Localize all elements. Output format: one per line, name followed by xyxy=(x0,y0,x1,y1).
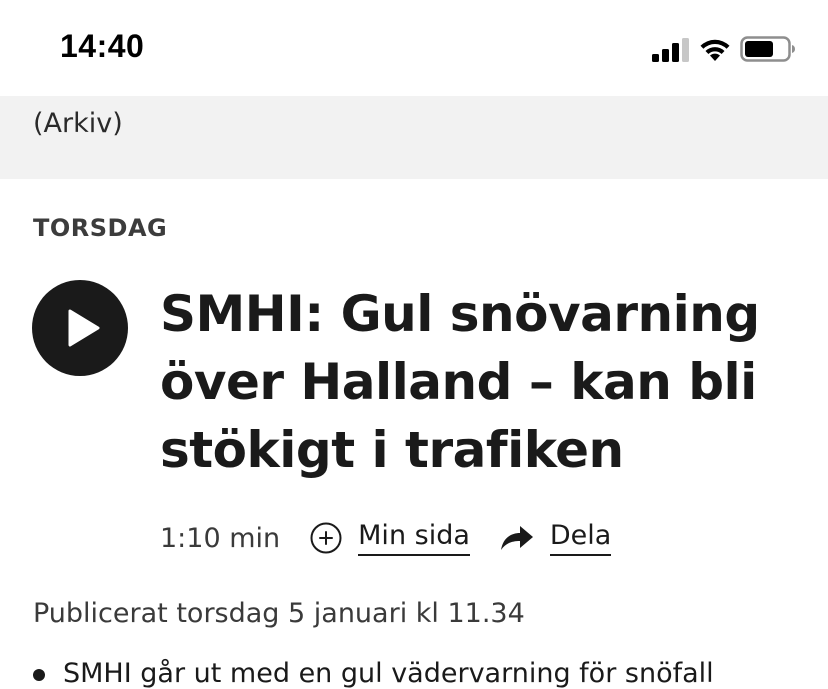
summary-bullet: SMHI går ut med en gul vädervarning för … xyxy=(33,658,714,689)
status-time: 14:40 xyxy=(60,28,145,64)
article-headline[interactable]: SMHI: Gul snövarning över Halland – kan … xyxy=(160,280,780,484)
plus-circle-icon xyxy=(310,522,342,554)
day-label: TORSDAG xyxy=(33,214,168,242)
add-to-my-page-button[interactable]: Min sida xyxy=(310,520,470,556)
bullet-dot-icon xyxy=(33,668,45,681)
signal-icon xyxy=(652,38,689,62)
summary-bullet-text: SMHI går ut med en gul vädervarning för … xyxy=(63,658,714,689)
published-date: Publicerat torsdag 5 januari kl 11.34 xyxy=(33,598,525,629)
share-arrow-icon xyxy=(500,526,533,550)
wifi-icon xyxy=(700,39,730,61)
share-label: Dela xyxy=(549,520,612,556)
play-icon xyxy=(68,309,100,347)
previous-article-tail-text: (Arkiv) xyxy=(33,108,123,139)
status-bar: 14:40 xyxy=(0,0,828,96)
previous-article-item[interactable]: (Arkiv) xyxy=(0,96,828,179)
article-meta-row: 1:10 min Min sida Dela xyxy=(160,516,612,560)
my-page-label: Min sida xyxy=(358,520,470,556)
audio-duration: 1:10 min xyxy=(160,522,281,554)
battery-icon xyxy=(740,36,795,62)
play-button[interactable] xyxy=(32,280,128,376)
share-button[interactable]: Dela xyxy=(500,520,612,556)
